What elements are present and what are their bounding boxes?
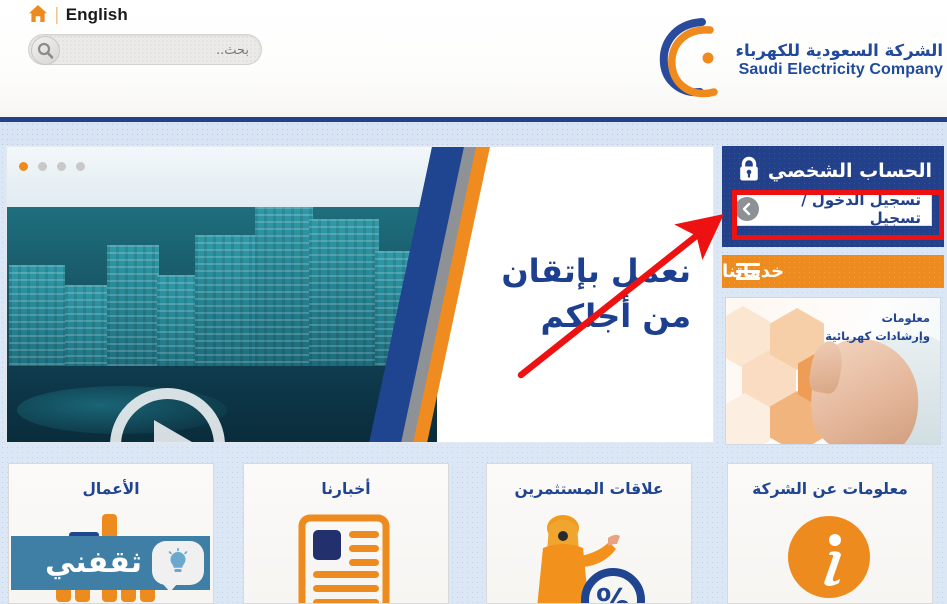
home-icon[interactable]	[28, 4, 48, 23]
carousel-dot-2[interactable]	[57, 162, 66, 171]
site-watermark: ثقفني	[11, 536, 210, 590]
site-header: English | الشركة السعودية للكهرباء Sau	[0, 0, 947, 117]
newspaper-icon	[244, 512, 448, 603]
hero-banner[interactable]: نعمل بإتقان من أجلكم	[6, 146, 714, 443]
page-root: English | الشركة السعودية للكهرباء Sau	[0, 0, 947, 604]
card-title: الأعمال	[82, 480, 140, 498]
language-row: English |	[28, 4, 128, 25]
carousel-dot-4[interactable]	[19, 162, 28, 171]
svg-text:%: %	[596, 582, 630, 604]
secondary-nav-strip	[0, 122, 947, 145]
card-company-info[interactable]: معلومات عن الشركة	[727, 463, 933, 604]
card-title: علاقات المستثمرين	[514, 480, 664, 498]
hero-headline-line1: نعمل بإتقان	[501, 252, 691, 290]
logo-arabic-name: الشركة السعودية للكهرباء	[735, 40, 943, 60]
language-separator: |	[54, 4, 60, 25]
card-title: معلومات عن الشركة	[752, 480, 908, 498]
company-logo[interactable]: الشركة السعودية للكهرباء Saudi Electrici…	[658, 14, 943, 106]
search-icon[interactable]	[31, 36, 60, 65]
personal-account-label: الحساب الشخصي	[767, 160, 932, 182]
carousel-dots[interactable]	[19, 162, 85, 171]
play-button-icon[interactable]	[106, 384, 229, 442]
electrical-info-promo-card[interactable]: i معلومات وإرشادات كهربائية	[725, 297, 941, 445]
language-switch-link[interactable]: English	[66, 5, 128, 25]
personal-account-panel: الحساب الشخصي تسجيل الدخول / تسجيل	[722, 146, 944, 247]
logo-swoosh-icon	[658, 14, 730, 106]
search-input[interactable]	[69, 35, 249, 66]
carousel-dot-3[interactable]	[38, 162, 47, 171]
lock-icon	[737, 156, 761, 186]
hero-headline-line2: من أجلكم	[540, 297, 691, 336]
card-news[interactable]: أخبارنا	[243, 463, 449, 604]
logo-text: الشركة السعودية للكهرباء Saudi Electrici…	[735, 40, 943, 79]
promo-line2: وإرشادات كهربائية	[825, 328, 930, 343]
investor-person-percent-icon: %	[487, 512, 691, 604]
card-investor-relations[interactable]: علاقات المستثمرين %	[486, 463, 692, 604]
info-circle-icon	[728, 512, 932, 603]
promo-headline: معلومات وإرشادات كهربائية	[825, 310, 930, 346]
our-services-bar[interactable]: خدماتنا	[722, 255, 944, 288]
logo-english-name: Saudi Electricity Company	[738, 60, 943, 78]
hamburger-menu-icon[interactable]	[736, 263, 760, 280]
search-box[interactable]	[28, 34, 262, 66]
chevron-left-icon[interactable]	[735, 197, 759, 221]
login-register-label: تسجيل الدخول / تسجيل	[801, 191, 921, 227]
personal-account-title: الحساب الشخصي	[737, 156, 932, 186]
login-register-button[interactable]: تسجيل الدخول / تسجيل	[734, 191, 932, 227]
speech-bubble-lightbulb-icon	[152, 541, 204, 590]
watermark-text: ثقفني	[44, 545, 142, 580]
carousel-dot-1[interactable]	[76, 162, 85, 171]
card-title: أخبارنا	[321, 480, 371, 498]
promo-line1: معلومات	[881, 311, 930, 325]
hero-headline: نعمل بإتقان من أجلكم	[501, 249, 691, 340]
